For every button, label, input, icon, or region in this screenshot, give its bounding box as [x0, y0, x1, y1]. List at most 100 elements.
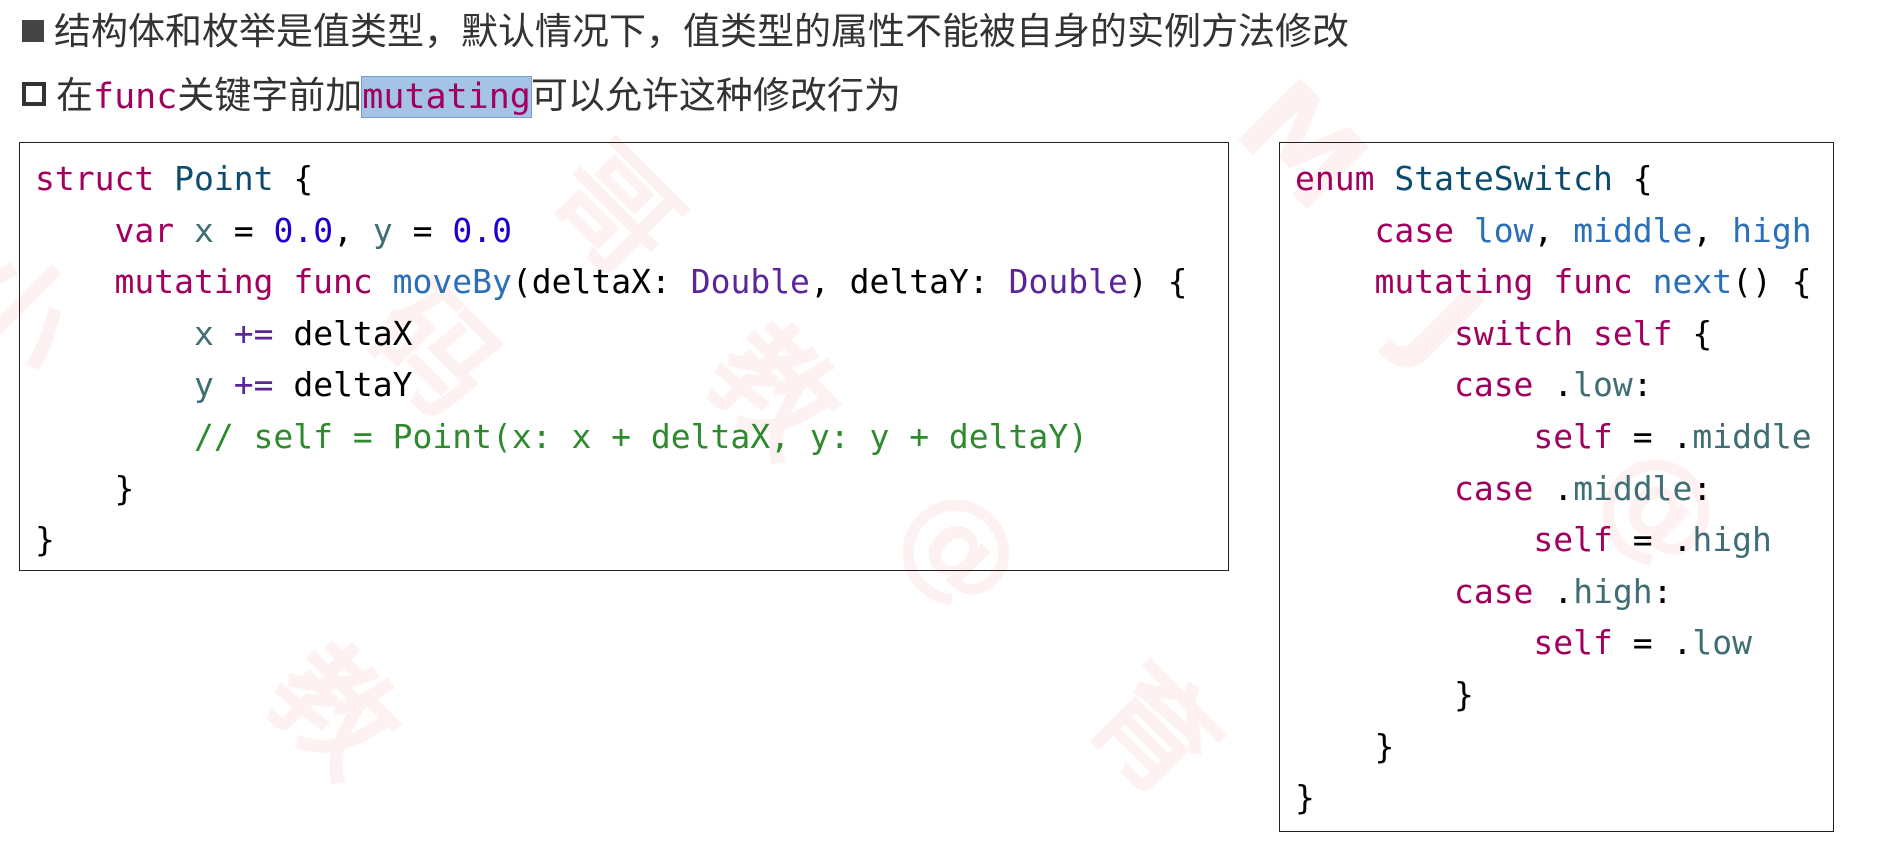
case-name: low — [1473, 210, 1534, 250]
code-line: case low, middle, high — [1295, 205, 1833, 257]
member: low — [1573, 365, 1633, 405]
keyword: self — [1533, 416, 1613, 456]
code-line: } — [35, 463, 1228, 515]
variable: y — [193, 365, 214, 405]
operator: = — [1632, 520, 1653, 560]
brace: { — [1692, 313, 1713, 353]
keyword: case — [1453, 468, 1534, 508]
punct: , — [333, 210, 353, 250]
bullet-text: 结构体和枚举是值类型，默认情况下，值类型的属性不能被自身的实例方法修改 — [54, 10, 1349, 53]
keyword: case — [1453, 365, 1534, 405]
code-line: case .high: — [1295, 566, 1833, 618]
code-line: } — [35, 514, 1228, 566]
punct: , — [1533, 210, 1554, 250]
params: (deltaX: — [511, 262, 671, 302]
code-line: } — [1295, 669, 1833, 721]
punct: . — [1553, 468, 1574, 508]
code-line: case .middle: — [1295, 463, 1833, 515]
keyword: case — [1453, 571, 1534, 611]
punct: . — [1553, 365, 1574, 405]
bullet-text-suffix: 可以允许这种修改行为 — [530, 74, 901, 117]
keyword: switch — [1453, 313, 1574, 353]
keyword: mutating — [1374, 262, 1534, 302]
operator: = — [1632, 416, 1653, 456]
bullet-text-mid: 关键字前加 — [177, 74, 363, 117]
code-line: self = .low — [1295, 617, 1833, 669]
operator: = — [1632, 623, 1653, 663]
keyword: self — [1533, 623, 1613, 663]
comment: // self = Point(x: x + deltaX, y: y + de… — [193, 416, 1088, 456]
code-line: } — [1295, 772, 1833, 824]
keyword: case — [1374, 210, 1454, 250]
identifier: deltaX — [293, 313, 413, 353]
code-line: y += deltaY — [35, 359, 1228, 411]
keyword: var — [114, 210, 175, 250]
punct: : — [1652, 571, 1673, 611]
operator: += — [233, 365, 274, 405]
member: middle — [1692, 416, 1812, 456]
code-block-enum-stateswitch: enum StateSwitch { case low, middle, hig… — [1279, 142, 1834, 832]
member: low — [1692, 623, 1753, 663]
member: high — [1692, 520, 1772, 560]
brace: } — [1453, 674, 1474, 714]
operator: = — [233, 210, 254, 250]
hollow-square-bullet-icon — [22, 82, 46, 106]
keyword: self — [1533, 520, 1613, 560]
params-end: ) { — [1127, 262, 1188, 302]
punct: . — [1672, 520, 1693, 560]
code-line: x += deltaX — [35, 308, 1228, 360]
code-line: self = .high — [1295, 514, 1833, 566]
type-name: Point — [174, 159, 274, 198]
inline-code-mutating: mutating — [361, 76, 532, 118]
params: , deltaY: — [809, 262, 989, 302]
punct: : — [1632, 365, 1653, 405]
inline-code-func: func — [93, 77, 178, 117]
punct: : — [1692, 468, 1713, 508]
code-line: enum StateSwitch { — [1295, 153, 1833, 205]
function-name: moveBy — [392, 262, 512, 302]
identifier: deltaY — [293, 365, 413, 405]
punct: . — [1672, 416, 1693, 456]
keyword: enum — [1295, 159, 1375, 198]
code-block-struct-point: struct Point { var x = 0.0, y = 0.0 muta… — [19, 142, 1229, 571]
brace: { — [293, 159, 314, 198]
bullet-line-value-types: 结构体和枚举是值类型，默认情况下，值类型的属性不能被自身的实例方法修改 — [22, 8, 1349, 56]
member: middle — [1573, 468, 1693, 508]
code-line: case .low: — [1295, 359, 1833, 411]
code-line: struct Point { — [35, 153, 1228, 205]
punct: , — [1692, 210, 1713, 250]
variable: y — [372, 210, 393, 250]
variable: x — [193, 210, 214, 250]
case-name: middle — [1573, 210, 1693, 250]
case-name: high — [1732, 210, 1812, 250]
number: 0.0 — [273, 210, 334, 250]
brace: } — [1374, 726, 1395, 766]
punct: . — [1553, 571, 1574, 611]
filled-square-bullet-icon — [22, 20, 44, 42]
operator: += — [233, 313, 274, 353]
brace: { — [1632, 159, 1653, 198]
keyword: self — [1593, 313, 1673, 353]
keyword: func — [293, 262, 373, 302]
type-ref: Double — [690, 262, 810, 302]
brace: } — [1295, 778, 1315, 818]
type-name: StateSwitch — [1394, 159, 1613, 198]
code-line: mutating func moveBy(deltaX: Double, del… — [35, 256, 1228, 308]
bullet-text-prefix: 在 — [56, 74, 93, 117]
operator: = — [412, 210, 433, 250]
code-line: // self = Point(x: x + deltaX, y: y + de… — [35, 411, 1228, 463]
brace: } — [35, 520, 55, 560]
type-ref: Double — [1008, 262, 1128, 302]
number: 0.0 — [452, 210, 512, 250]
keyword: struct — [35, 159, 155, 198]
member: high — [1573, 571, 1653, 611]
punct: . — [1672, 623, 1693, 663]
keyword: mutating — [114, 262, 274, 302]
function-name: next — [1652, 262, 1733, 302]
code-line: switch self { — [1295, 308, 1833, 360]
code-line: var x = 0.0, y = 0.0 — [35, 205, 1228, 257]
variable: x — [193, 313, 214, 353]
params-end: () { — [1732, 262, 1812, 302]
code-line: mutating func next() { — [1295, 256, 1833, 308]
code-line: } — [1295, 721, 1833, 773]
